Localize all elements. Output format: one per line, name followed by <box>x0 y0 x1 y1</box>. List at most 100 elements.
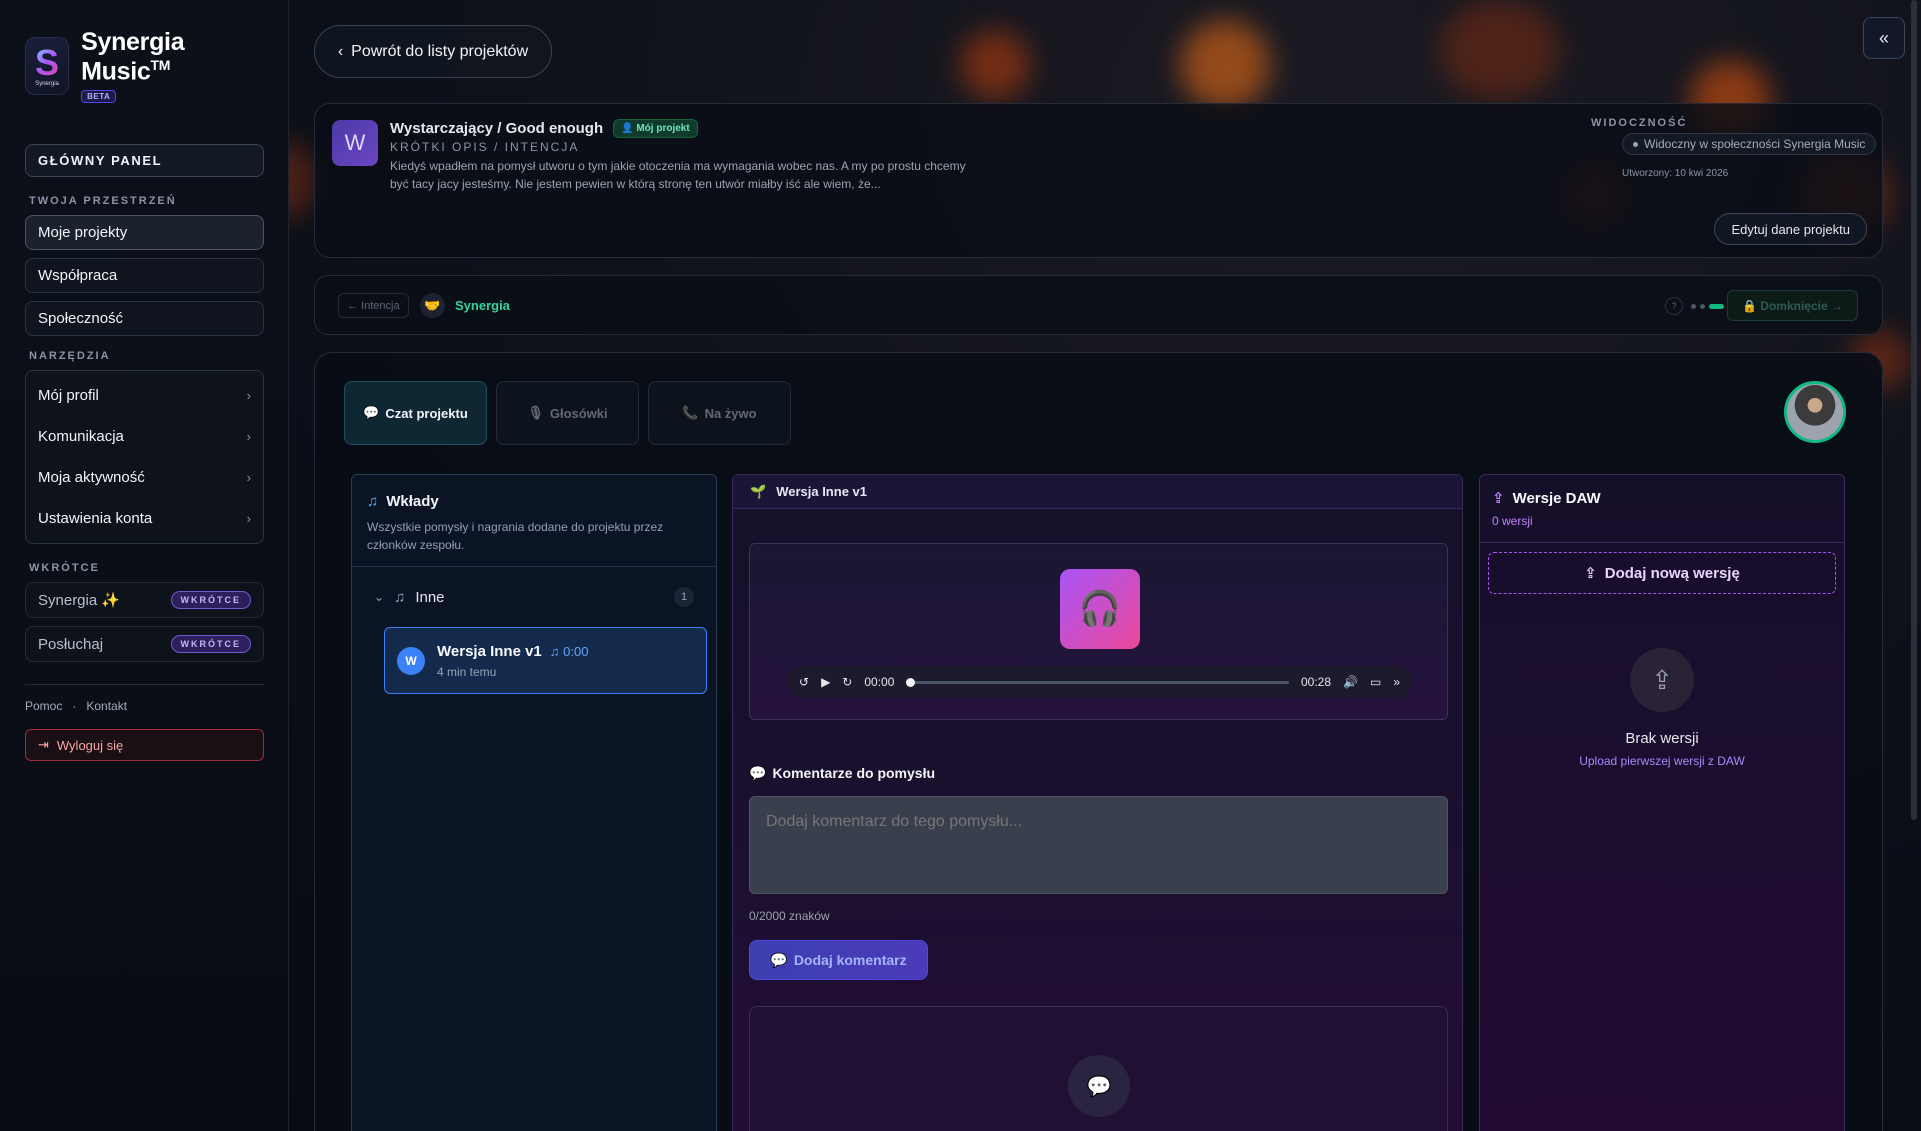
more-icon[interactable]: » <box>1393 675 1400 689</box>
char-count: 0/2000 znaków <box>749 909 830 923</box>
sidebar-item-collaboration[interactable]: Współpraca <box>25 258 264 294</box>
contributions-title: Wkłady <box>386 493 439 510</box>
project-card: W Wystarczający / Good enough 👤 Mój proj… <box>314 103 1883 258</box>
project-avatar: W <box>332 120 378 166</box>
tools-list: Mój profil › Komunikacja › Moja aktywność ›… <box>25 370 264 545</box>
daw-count: 0 wersji <box>1492 514 1533 528</box>
contribution-group[interactable]: ⌄ ♫ Inne 1 <box>352 567 716 627</box>
double-chevron-left-icon: « <box>1878 27 1889 48</box>
soon-badge: WKRÓTCE <box>170 591 251 610</box>
tab-live[interactable]: 📞 Na żywo <box>648 381 791 445</box>
handshake-icon: 🤝 <box>420 293 445 318</box>
workspace: 💬 Czat projektu 🎙 Głosówki 📞 Na żywo ♫ Wkład… <box>314 352 1883 1131</box>
current-stage: Synergia <box>455 298 510 313</box>
stage-dot <box>1691 304 1696 309</box>
avatar[interactable] <box>1784 381 1846 443</box>
chevron-right-icon: › <box>246 429 251 445</box>
stage-dot <box>1700 304 1705 309</box>
next-stage-button[interactable]: 🔒 Domknięcie → <box>1727 290 1858 321</box>
airplay-icon[interactable]: ▭ <box>1370 675 1381 689</box>
chevron-down-icon: ⌄ <box>374 590 385 604</box>
current-time: 00:00 <box>864 675 895 689</box>
empty-comments: 💬 <box>749 1006 1448 1131</box>
audio-player-card: 🎧 ↺ ▶ ↻ 00:00 00:28 🔊 ▭ » <box>749 543 1448 720</box>
sidebar-item-activity[interactable]: Moja aktywność › <box>26 457 263 498</box>
main-content: ‹ Powrót do listy projektów « W Wystarcz… <box>289 0 1921 1131</box>
contributions-description: Wszystkie pomysły i nagrania dodane do p… <box>367 520 664 552</box>
beta-badge: BETA <box>81 90 117 104</box>
project-description: Kiedyś wpadłem na pomysł utworu o tym ja… <box>390 159 966 191</box>
back-to-projects-button[interactable]: ‹ Powrót do listy projektów <box>314 25 552 78</box>
empty-title: Brak wersji <box>1625 730 1699 747</box>
created-date: Utworzony: 10 kwi 2026 <box>1622 168 1729 179</box>
sidebar-item-profile[interactable]: Mój profil › <box>26 375 263 416</box>
brand[interactable]: S Synergia Synergia MusicTM BETA <box>25 28 263 104</box>
sprout-icon: 🌱 <box>750 483 767 499</box>
group-count: 1 <box>674 587 694 607</box>
daw-versions-panel: ⇪ Wersje DAW 0 wersji ⇪ Dodaj nową wersję … <box>1479 474 1845 1131</box>
chat-bubble-icon: 💬 <box>1068 1055 1130 1117</box>
stage-bar: ← Intencja 🤝 Synergia ? 🔒 Domknięcie → <box>314 275 1883 335</box>
total-time: 00:28 <box>1300 675 1332 689</box>
volume-icon[interactable]: 🔊 <box>1343 675 1358 689</box>
chat-icon: 💬 <box>363 405 380 420</box>
player-title: Wersja Inne v1 <box>776 484 867 499</box>
add-comment-button[interactable]: 💬 Dodaj komentarz <box>749 940 928 980</box>
chat-icon: 💬 <box>770 951 788 968</box>
forward-10-icon[interactable]: ↻ <box>842 675 852 689</box>
player-panel: 🌱 Wersja Inne v1 🎧 ↺ ▶ ↻ 00:00 00:28 🔊 ▭ … <box>732 474 1463 1131</box>
list-item[interactable]: W Wersja Inne v1 ♫ 0:00 4 min temu <box>384 627 707 694</box>
logout-button[interactable]: ⇥ Wyloguj się <box>25 729 264 762</box>
microphone-icon: 🎙 <box>527 405 544 420</box>
brand-logo: S Synergia <box>25 37 70 96</box>
tab-project-chat[interactable]: 💬 Czat projektu <box>344 381 487 445</box>
upload-icon: ⇪ <box>1492 490 1505 507</box>
chevron-right-icon: › <box>246 388 251 404</box>
sidebar-item-synergia[interactable]: Synergia ✨ WKRÓTCE <box>25 582 264 619</box>
soon-badge: WKRÓTCE <box>170 635 251 654</box>
prev-stage-button[interactable]: ← Intencja <box>338 293 409 318</box>
logout-icon: ⇥ <box>38 737 49 753</box>
collapse-panel-button[interactable]: « <box>1863 17 1905 59</box>
seek-slider[interactable] <box>906 677 1289 687</box>
scrollbar[interactable] <box>1911 0 1917 820</box>
edit-project-button[interactable]: Edytuj dane projektu <box>1714 213 1867 245</box>
play-icon[interactable]: ▶ <box>821 675 830 689</box>
sidebar-item-listen[interactable]: Posłuchaj WKRÓTCE <box>25 626 264 663</box>
sidebar-item-account-settings[interactable]: Ustawienia konta › <box>26 498 263 539</box>
sidebar-item-communication[interactable]: Komunikacja › <box>26 416 263 457</box>
daw-title: Wersje DAW <box>1512 489 1601 507</box>
sidebar-item-my-projects[interactable]: Moje projekty <box>25 215 264 251</box>
chevron-right-icon: › <box>246 470 251 486</box>
visibility-label: WIDOCZNOŚĆ <box>1591 117 1688 129</box>
chevron-left-icon: ‹ <box>337 42 344 60</box>
tab-voice-notes[interactable]: 🎙 Głosówki <box>496 381 639 445</box>
sidebar-item-community[interactable]: Społeczność <box>25 301 264 337</box>
audio-player: ↺ ▶ ↻ 00:00 00:28 🔊 ▭ » <box>787 666 1412 698</box>
chat-icon: 💬 <box>749 765 767 781</box>
my-project-badge: 👤 Mój projekt <box>613 119 698 138</box>
comment-input[interactable] <box>749 796 1448 894</box>
headphones-icon: 🎧 <box>1060 569 1140 649</box>
phone-icon: 📞 <box>682 405 699 420</box>
chevron-right-icon: › <box>246 511 251 527</box>
section-label-soon: WKRÓTCE <box>29 562 100 575</box>
upload-icon: ⇪ <box>1630 648 1694 712</box>
brand-name: Synergia MusicTM <box>81 28 185 86</box>
empty-subtitle: Upload pierwszej wersji z DAW <box>1579 754 1745 768</box>
divider <box>25 684 264 686</box>
section-label-tools: NARZĘDZIA <box>29 350 111 363</box>
project-subtitle: KRÓTKI OPIS / INTENCJA <box>390 140 580 154</box>
visibility-badge: Widoczny w społeczności Synergia Music <box>1622 133 1877 155</box>
help-icon[interactable]: ? <box>1665 297 1683 315</box>
help-link[interactable]: Pomoc <box>25 699 62 713</box>
separator-dot: · <box>72 699 77 714</box>
music-note-icon: ♫ <box>394 588 406 606</box>
sidebar: S Synergia Synergia MusicTM BETA GŁÓWNY … <box>0 0 289 1131</box>
contact-link[interactable]: Kontakt <box>86 699 127 713</box>
music-note-icon: ♫ <box>367 493 379 510</box>
main-panel-button[interactable]: GŁÓWNY PANEL <box>25 144 264 178</box>
comments-title: 💬 Komentarze do pomysłu <box>749 765 936 781</box>
rewind-10-icon[interactable]: ↺ <box>799 675 809 689</box>
add-version-button[interactable]: ⇪ Dodaj nową wersję <box>1488 552 1836 594</box>
